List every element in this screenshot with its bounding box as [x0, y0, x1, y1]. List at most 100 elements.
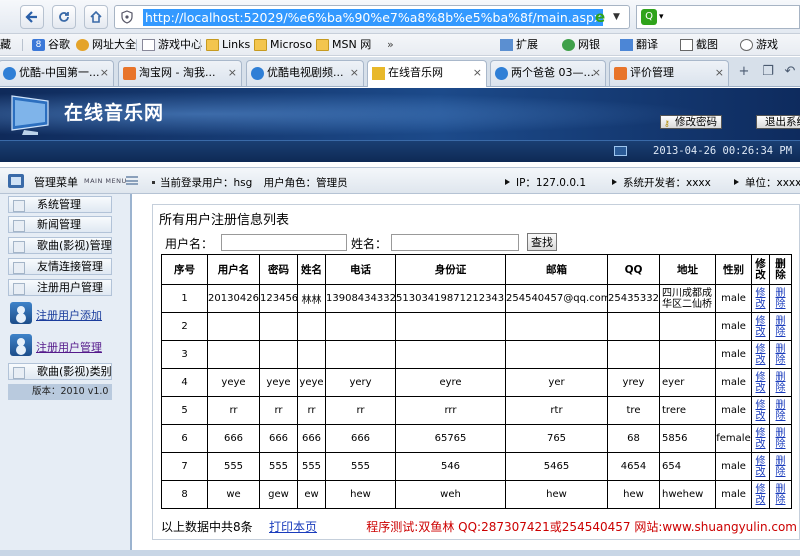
hamburger-icon[interactable] — [126, 176, 138, 185]
sidebar-item-news[interactable]: 新闻管理 — [8, 216, 112, 233]
bottom-strip — [0, 550, 800, 556]
cell-qq: hew — [607, 480, 660, 509]
new-tab-icon[interactable]: + — [736, 64, 752, 80]
cell-address: 5856 — [659, 424, 716, 453]
cell-edit: 修改 — [751, 424, 770, 453]
sidebar-item-users[interactable]: 注册用户管理 — [8, 279, 112, 296]
back-button[interactable] — [20, 5, 44, 29]
delete-link[interactable]: 删除 — [776, 428, 786, 450]
search-button[interactable]: 查找 — [527, 233, 557, 251]
close-icon[interactable]: × — [350, 61, 359, 85]
delete-link[interactable]: 删除 — [776, 400, 786, 422]
cell-email: yer — [505, 368, 608, 397]
folder-icon — [316, 39, 329, 51]
toolbar-extensions[interactable]: 扩展 — [500, 37, 538, 53]
delete-link[interactable]: 删除 — [776, 316, 786, 338]
edit-link[interactable]: 修改 — [756, 372, 766, 394]
edit-link[interactable]: 修改 — [756, 428, 766, 450]
change-password-button[interactable]: ⚷ 修改密码 — [660, 115, 722, 129]
sidebar-sub-manage-users[interactable]: 注册用户管理 — [8, 334, 128, 358]
tab-review-admin[interactable]: 评价管理 × — [609, 60, 729, 86]
bookmark-msn[interactable]: MSN 网 — [316, 37, 371, 53]
sidebar-item-song-category[interactable]: 歌曲(影视)类别 — [8, 363, 112, 380]
delete-link[interactable]: 删除 — [776, 484, 786, 506]
tab-two-dads[interactable]: 两个爸爸 03—... × — [490, 60, 606, 86]
table-row: 7 555 555 555 555 546 5465 4654 654 male 修改 删除 — [161, 452, 792, 481]
cell-no: 4 — [161, 368, 208, 397]
username-label: 用户名： — [165, 237, 214, 251]
tab-taobao[interactable]: 淘宝网 - 淘我... × — [118, 60, 242, 86]
chevron-right-icon[interactable]: » — [387, 37, 394, 53]
close-icon[interactable]: × — [715, 61, 724, 85]
chevron-down-icon[interactable]: ▾ — [659, 9, 664, 25]
cell-password: 666 — [259, 424, 298, 453]
tab-youku-tv[interactable]: 优酷电视剧频... × — [246, 60, 364, 86]
close-icon[interactable]: × — [100, 61, 109, 85]
column-header: 身份证 — [395, 254, 506, 285]
edit-link[interactable]: 修改 — [756, 288, 766, 310]
sidebar-sub-add-user[interactable]: 注册用户添加 — [8, 302, 128, 326]
compat-mode-icon[interactable]: e — [595, 9, 611, 25]
delete-link[interactable]: 删除 — [776, 456, 786, 478]
cell-address — [659, 340, 716, 369]
bookmark-item[interactable]: 藏 — [0, 37, 11, 53]
sidebar-item-songs[interactable]: 歌曲(影视)管理 — [8, 237, 112, 254]
toolbar-netbank[interactable]: 网银 — [562, 37, 600, 53]
browser-nav-bar: http://localhost:52029/%e6%ba%90%e7%a8%8… — [0, 0, 800, 34]
cell-delete: 删除 — [769, 284, 792, 313]
cell-name: rr — [297, 396, 326, 425]
name-input[interactable] — [391, 234, 519, 251]
home-button[interactable] — [84, 5, 108, 29]
tab-youku[interactable]: 优酷-中国第一... × — [0, 60, 114, 86]
cell-address: eyer — [659, 368, 716, 397]
edit-link[interactable]: 修改 — [756, 484, 766, 506]
sidebar-item-system[interactable]: 系统管理 — [8, 196, 112, 213]
toolbar-screenshot[interactable]: 截图 — [680, 37, 718, 53]
cell-name: yeye — [297, 368, 326, 397]
bookmark-links[interactable]: Links — [206, 37, 250, 53]
shield-icon — [121, 10, 133, 24]
print-link[interactable]: 打印本页 — [269, 518, 317, 535]
edit-link[interactable]: 修改 — [756, 456, 766, 478]
tab-music-site[interactable]: 在线音乐网 × — [367, 60, 487, 87]
delete-link[interactable]: 删除 — [776, 372, 786, 394]
undo-icon[interactable]: ↶ — [782, 64, 798, 80]
chevron-down-icon[interactable]: ▼ — [613, 9, 627, 25]
cell-email: 254540457@qq.com — [505, 284, 608, 313]
bookmark-microsoft[interactable]: Microso — [254, 37, 312, 53]
cell-name — [297, 340, 326, 369]
toolbar-game[interactable]: 游戏 — [740, 37, 778, 53]
close-icon[interactable]: × — [592, 61, 601, 85]
search-engine-icon[interactable]: Q — [641, 9, 657, 25]
browser-search-box[interactable]: Q ▾ — [636, 5, 800, 29]
delete-link[interactable]: 删除 — [776, 288, 786, 310]
bookmark-google[interactable]: 8 谷歌 — [32, 37, 70, 53]
bookmark-web-directory[interactable]: 网址大全 — [76, 37, 136, 53]
delete-link[interactable]: 删除 — [776, 344, 786, 366]
username-input[interactable] — [221, 234, 347, 251]
sidebar-item-links[interactable]: 友情连接管理 — [8, 258, 112, 275]
toolbar-translate[interactable]: 翻译 — [620, 37, 658, 53]
cell-username: we — [207, 480, 260, 509]
edit-link[interactable]: 修改 — [756, 344, 766, 366]
monitor-logo-icon — [11, 95, 49, 135]
cell-qq: tre — [607, 396, 660, 425]
edit-link[interactable]: 修改 — [756, 316, 766, 338]
restore-tabs-icon[interactable]: ❐ — [760, 64, 776, 80]
cell-name: 林林 — [297, 284, 326, 313]
shield-check-icon — [562, 39, 575, 51]
column-header: QQ — [607, 254, 660, 285]
cell-username: 555 — [207, 452, 260, 481]
close-icon[interactable]: × — [228, 61, 237, 85]
cell-idcard: eyre — [395, 368, 506, 397]
url-text[interactable]: http://localhost:52029/%e6%ba%90%e7%a8%8… — [143, 9, 604, 26]
column-header: 邮箱 — [505, 254, 608, 285]
tab-favicon-icon — [3, 67, 16, 80]
table-row: 6 666 666 666 666 65765 765 68 5856 female 修改 删除 — [161, 424, 792, 453]
logout-button[interactable]: 退出系统 — [756, 115, 800, 129]
bookmark-game-center[interactable]: 游戏中心 — [142, 37, 202, 53]
close-icon[interactable]: × — [473, 61, 482, 85]
edit-link[interactable]: 修改 — [756, 400, 766, 422]
address-bar[interactable]: http://localhost:52029/%e6%ba%90%e7%a8%8… — [114, 5, 630, 29]
refresh-button[interactable] — [52, 5, 76, 29]
